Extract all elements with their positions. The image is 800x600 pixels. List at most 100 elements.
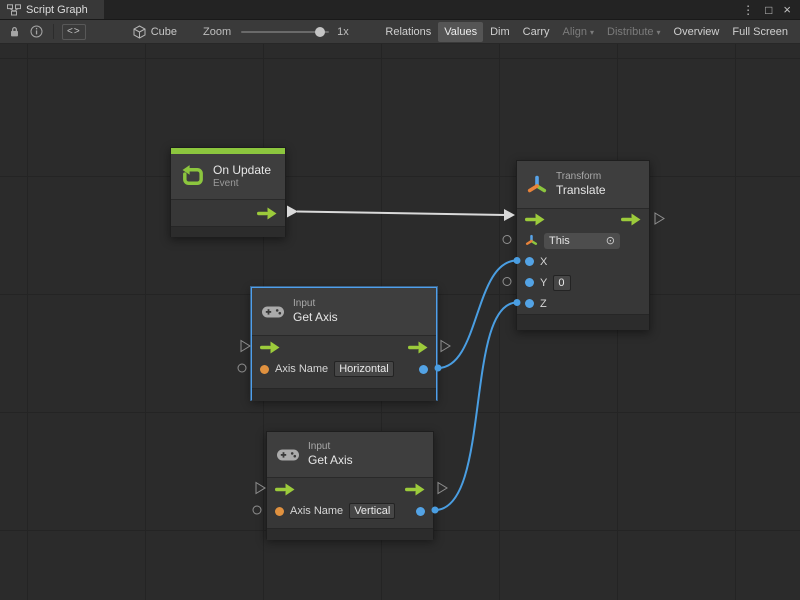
chevron-down-icon: ▾: [657, 28, 661, 37]
x-port-label: X: [540, 256, 547, 268]
node-title: Translate: [556, 183, 606, 198]
x-port-row: X: [517, 251, 649, 272]
window-menu-icon[interactable]: ⋮: [742, 4, 754, 16]
get-axis-v-value-in-marker[interactable]: [253, 506, 261, 514]
control-output-row: [171, 200, 285, 226]
y-input-port[interactable]: [525, 278, 534, 287]
result-output-port[interactable]: [416, 507, 425, 516]
window-controls: ⋮ □ ×: [742, 0, 800, 19]
this-value: This: [549, 235, 570, 247]
translate-y-port-marker[interactable]: [503, 278, 511, 286]
z-port-label: Z: [540, 298, 547, 310]
chevron-down-icon: ▾: [590, 28, 594, 37]
object-picker-icon[interactable]: ⊙: [606, 234, 615, 247]
y-value-field[interactable]: 0: [553, 275, 571, 291]
get-axis-header[interactable]: Input Get Axis: [267, 432, 433, 478]
lock-button[interactable]: [4, 22, 25, 42]
zoom-label: Zoom: [203, 26, 231, 38]
get-axis-v-flow-out-marker[interactable]: [438, 483, 447, 494]
axis-name-field[interactable]: Horizontal: [334, 361, 394, 377]
transform-mini-icon: [525, 234, 538, 247]
flow-input-port[interactable]: [260, 341, 280, 354]
translate-header[interactable]: Transform Translate: [517, 161, 649, 209]
result-output-port[interactable]: [419, 365, 428, 374]
control-connection[interactable]: [297, 212, 505, 216]
translate-node[interactable]: Transform Translate This ⊙: [516, 160, 650, 330]
on-update-header[interactable]: On Update Event: [171, 154, 285, 200]
node-title: Get Axis: [308, 453, 353, 468]
gamepad-icon: [276, 446, 300, 463]
axis-name-row: Axis Name Horizontal: [252, 358, 436, 380]
tab-script-graph[interactable]: Script Graph: [0, 0, 104, 19]
axis-name-input-port[interactable]: [275, 507, 284, 516]
z-port-row: Z: [517, 293, 649, 314]
node-subtitle: Event: [213, 178, 271, 190]
get-axis-v-flow-in-marker[interactable]: [256, 483, 265, 494]
axis-name-label: Axis Name: [290, 505, 343, 517]
control-wire-start-arrow: [287, 206, 298, 218]
graph-owner-label: Cube: [151, 26, 177, 38]
dim-button[interactable]: Dim: [484, 22, 516, 42]
get-axis-header[interactable]: Input Get Axis: [252, 288, 436, 336]
script-graph-icon: [7, 4, 21, 16]
axis-name-field[interactable]: Vertical: [349, 503, 395, 519]
get-axis-h-value-in-marker[interactable]: [238, 364, 246, 372]
code-icon: <>: [67, 26, 81, 37]
this-port-row: This ⊙: [517, 230, 649, 251]
full-screen-button[interactable]: Full Screen: [726, 22, 794, 42]
translate-flow-out-marker[interactable]: [655, 213, 664, 224]
flow-output-port[interactable]: [405, 483, 425, 496]
node-title: On Update: [213, 163, 271, 178]
flow-output-port[interactable]: [257, 207, 277, 220]
inspect-button[interactable]: [25, 22, 48, 42]
maximize-icon[interactable]: □: [765, 4, 772, 16]
align-dropdown[interactable]: Align ▾: [557, 22, 600, 42]
edit-source-button[interactable]: <>: [62, 24, 86, 40]
x-input-port[interactable]: [525, 257, 534, 266]
gamepad-icon: [261, 303, 285, 320]
flow-output-port[interactable]: [621, 213, 641, 226]
translate-this-port-marker[interactable]: [503, 236, 511, 244]
info-icon: [30, 25, 43, 38]
node-category: Input: [293, 298, 338, 310]
axis-name-label: Axis Name: [275, 363, 328, 375]
graph-toolbar: <> Cube Zoom 1x Relations Values Dim Car…: [0, 20, 800, 44]
distribute-dropdown[interactable]: Distribute ▾: [601, 22, 666, 42]
graph-canvas[interactable]: On Update Event Transform Translate: [0, 44, 800, 600]
flow-input-port[interactable]: [525, 213, 545, 226]
axis-name-row: Axis Name Vertical: [267, 500, 433, 522]
get-axis-h-flow-in-marker[interactable]: [241, 341, 250, 352]
title-bar: Script Graph ⋮ □ ×: [0, 0, 800, 20]
zoom-value: 1x: [337, 26, 349, 38]
axis-name-input-port[interactable]: [260, 365, 269, 374]
close-icon[interactable]: ×: [783, 3, 791, 16]
flow-input-port[interactable]: [275, 483, 295, 496]
lock-icon: [9, 25, 20, 38]
node-body-spacer: [252, 380, 436, 388]
carry-button[interactable]: Carry: [517, 22, 556, 42]
get-axis-vertical-node[interactable]: Input Get Axis Axis Name Vertical: [266, 431, 434, 539]
values-button[interactable]: Values: [438, 22, 483, 42]
toolbar-separator: [53, 24, 54, 39]
get-axis-h-flow-out-marker[interactable]: [441, 341, 450, 352]
on-update-loop-icon: [180, 164, 205, 189]
overview-button[interactable]: Overview: [668, 22, 726, 42]
control-ports-row: [517, 209, 649, 230]
graph-owner-button[interactable]: Cube: [127, 22, 183, 42]
y-port-row: Y 0: [517, 272, 649, 293]
horizontal-to-x-connection[interactable]: [438, 261, 517, 369]
node-title: Get Axis: [293, 310, 338, 325]
node-footer: [252, 388, 436, 401]
this-object-field[interactable]: This ⊙: [544, 233, 620, 249]
node-footer: [171, 226, 285, 237]
zoom-slider-handle[interactable]: [315, 27, 325, 37]
get-axis-horizontal-node[interactable]: Input Get Axis Axis Name Horizontal: [251, 287, 437, 400]
zoom-slider[interactable]: [241, 26, 329, 38]
relations-button[interactable]: Relations: [379, 22, 437, 42]
z-input-port[interactable]: [525, 299, 534, 308]
vertical-to-z-connection[interactable]: [435, 303, 517, 511]
on-update-node[interactable]: On Update Event: [170, 147, 286, 237]
flow-output-port[interactable]: [408, 341, 428, 354]
control-wire-end-arrow: [504, 209, 515, 221]
node-footer: [517, 314, 649, 330]
